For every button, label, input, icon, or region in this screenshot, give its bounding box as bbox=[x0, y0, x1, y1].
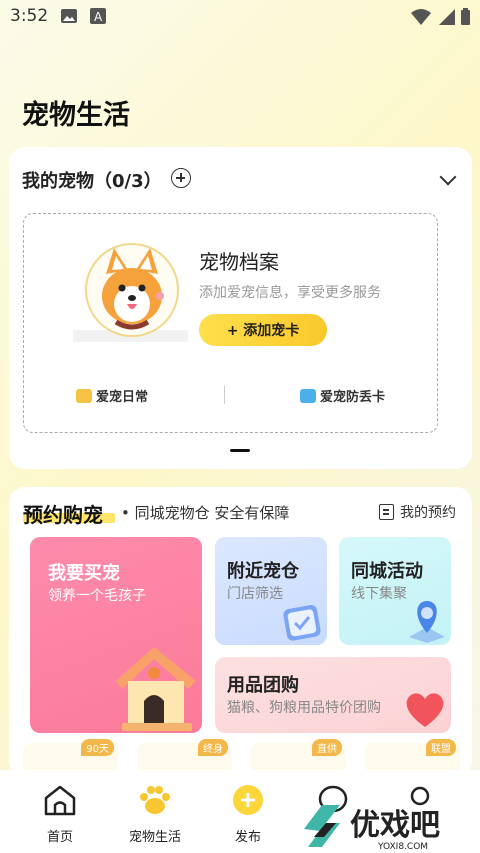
photo-icon bbox=[76, 388, 92, 403]
archive-title: 宠物档案 bbox=[199, 250, 279, 274]
local-event-subtitle: 线下集聚 bbox=[351, 586, 407, 602]
my-booking-label: 我的预约 bbox=[400, 505, 456, 521]
add-pet-card-button[interactable]: + 添加宠卡 bbox=[199, 314, 327, 346]
service-badge: 90天 bbox=[81, 739, 114, 756]
my-pets-card: 我的宠物（0/3） 宠物档案 添加爱宠信息，享受更多服务 + 添加宠卡 爱宠日常… bbox=[9, 147, 472, 469]
my-pets-header: 我的宠物（0/3） bbox=[22, 171, 162, 192]
wifi-icon bbox=[410, 8, 432, 30]
watermark-logo: 优戏吧 YOXI8.COM bbox=[300, 793, 480, 853]
checklist-icon bbox=[283, 605, 321, 641]
service-badge: 联盟 bbox=[426, 739, 456, 756]
battery-icon bbox=[460, 8, 471, 30]
plus-circle-icon bbox=[233, 785, 263, 815]
signal-icon bbox=[438, 8, 456, 30]
archive-description: 添加爱宠信息，享受更多服务 bbox=[199, 285, 381, 301]
service-item[interactable]: 联盟 bbox=[365, 739, 460, 773]
booking-title: 预约购宠 bbox=[23, 503, 103, 527]
tab-pet-life-label: 宠物生活 bbox=[128, 830, 181, 845]
status-time: 3:52 bbox=[10, 6, 49, 26]
service-item[interactable]: 终身 bbox=[137, 739, 232, 773]
service-badge: 直供 bbox=[312, 739, 342, 756]
map-pin-icon bbox=[409, 601, 445, 643]
gallery-icon bbox=[60, 8, 78, 28]
local-event-title: 同城活动 bbox=[351, 561, 423, 582]
pet-daily-link[interactable]: 爱宠日常 bbox=[76, 386, 148, 405]
carousel-indicator bbox=[230, 449, 250, 452]
corgi-avatar-icon bbox=[84, 242, 180, 338]
service-item[interactable]: 直供 bbox=[251, 739, 346, 773]
svg-text:优戏吧: 优戏吧 bbox=[350, 808, 440, 843]
buy-pet-subtitle: 领养一个毛孩子 bbox=[48, 588, 146, 604]
tab-publish-label: 发布 bbox=[234, 830, 261, 845]
pet-archive-box[interactable]: 宠物档案 添加爱宠信息，享受更多服务 + 添加宠卡 爱宠日常 爱宠防丢卡 bbox=[23, 213, 438, 433]
home-icon bbox=[44, 785, 76, 816]
document-icon bbox=[379, 504, 394, 520]
svg-text:YOXI8.COM: YOXI8.COM bbox=[377, 842, 428, 852]
buy-pet-tile[interactable]: 我要买宠 领养一个毛孩子 bbox=[30, 537, 202, 733]
pet-daily-label: 爱宠日常 bbox=[96, 390, 149, 405]
heart-icon bbox=[406, 693, 444, 727]
service-item[interactable]: 90天 bbox=[23, 739, 118, 773]
svg-text:A: A bbox=[94, 10, 103, 24]
add-pet-icon[interactable] bbox=[171, 168, 191, 188]
font-icon: A bbox=[90, 8, 106, 28]
divider bbox=[224, 386, 225, 404]
group-buy-tile[interactable]: 用品团购 猫粮、狗粮用品特价团购 bbox=[215, 657, 451, 733]
tab-pet-life[interactable]: 宠物生活 bbox=[107, 770, 203, 853]
my-booking-button[interactable]: 我的预约 bbox=[379, 502, 456, 522]
tab-publish[interactable]: 发布 bbox=[200, 770, 296, 853]
card-icon bbox=[300, 388, 316, 403]
service-badge: 终身 bbox=[198, 739, 228, 756]
group-buy-subtitle: 猫粮、狗粮用品特价团购 bbox=[227, 700, 381, 716]
group-buy-title: 用品团购 bbox=[227, 675, 299, 696]
page-title: 宠物生活 bbox=[22, 100, 130, 131]
tab-home-label: 首页 bbox=[46, 830, 73, 845]
local-event-tile[interactable]: 同城活动 线下集聚 bbox=[339, 537, 451, 645]
nearby-store-subtitle: 门店筛选 bbox=[227, 586, 283, 602]
nearby-store-title: 附近宠仓 bbox=[227, 561, 299, 582]
paw-icon bbox=[140, 786, 170, 814]
nearby-store-tile[interactable]: 附近宠仓 门店筛选 bbox=[215, 537, 327, 645]
status-bar: 3:52 A bbox=[0, 0, 480, 34]
lost-card-label: 爱宠防丢卡 bbox=[320, 390, 386, 405]
lost-card-link[interactable]: 爱宠防丢卡 bbox=[300, 386, 385, 405]
pet-house-icon bbox=[116, 647, 196, 731]
buy-pet-title: 我要买宠 bbox=[48, 563, 120, 584]
tab-home[interactable]: 首页 bbox=[12, 770, 108, 853]
chevron-down-icon[interactable] bbox=[439, 168, 457, 186]
booking-card: 预约购宠 • 同城宠物仓 安全有保障 我的预约 我要买宠 领养一个毛孩子 附近宠… bbox=[9, 487, 472, 777]
booking-subtitle: • 同城宠物仓 安全有保障 bbox=[121, 504, 290, 522]
